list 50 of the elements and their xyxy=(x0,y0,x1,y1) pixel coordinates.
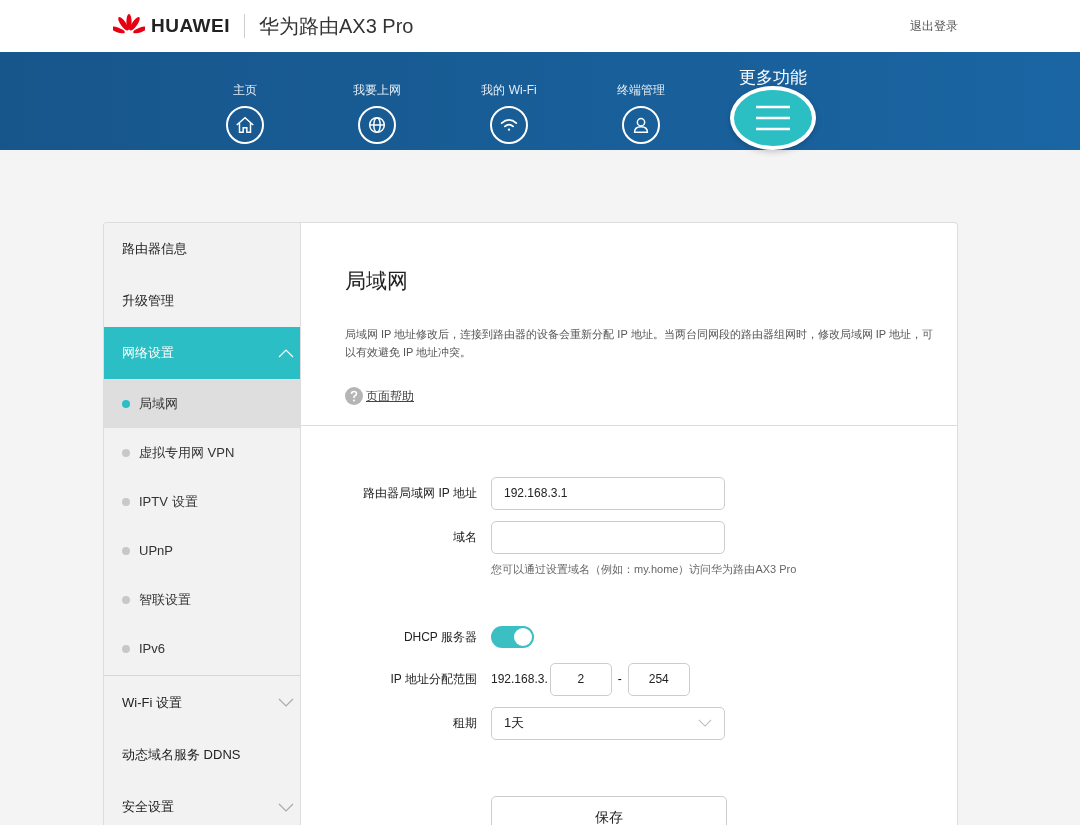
brand-name: HUAWEI xyxy=(151,15,230,37)
domain-field[interactable] xyxy=(491,520,725,554)
range-start-field[interactable]: 2 xyxy=(549,662,612,696)
range-end-field[interactable]: 254 xyxy=(627,662,690,696)
ip-prefix: 192.168.3. xyxy=(491,672,548,686)
home-icon xyxy=(234,114,256,136)
help-link[interactable]: 页面帮助 xyxy=(366,387,414,405)
chevron-icon xyxy=(278,698,294,707)
save-button[interactable]: 保存 xyxy=(491,796,727,825)
sidebar-subitem[interactable]: 局域网 xyxy=(104,379,300,428)
field-label: 域名 xyxy=(452,528,478,546)
lease-dropdown[interactable]: 1天 xyxy=(491,706,725,740)
range-separator: - xyxy=(617,672,622,686)
nav-tab-button[interactable] xyxy=(730,86,816,150)
nav-tab-label[interactable]: 我要上网 xyxy=(353,83,401,103)
nav-tab-button[interactable] xyxy=(358,106,396,144)
sidebar-item[interactable]: 安全设置 xyxy=(104,781,300,825)
logout-link[interactable]: 退出登录 xyxy=(910,17,958,35)
sidebar-item[interactable]: 路由器信息 xyxy=(104,223,300,275)
chevron-icon xyxy=(698,719,712,727)
field-label: IP 地址分配范围 xyxy=(389,670,478,688)
sidebar-item[interactable]: 升级管理 xyxy=(104,275,300,327)
nav-tab-button[interactable] xyxy=(622,106,660,144)
sidebar-item[interactable]: Wi-Fi 设置 xyxy=(104,675,300,729)
globe-icon xyxy=(366,114,388,136)
sidebar-subitem[interactable]: UPnP xyxy=(104,526,300,575)
nav-tab-button[interactable] xyxy=(490,106,528,144)
dhcp-toggle[interactable] xyxy=(491,626,534,648)
field-label: DHCP 服务器 xyxy=(402,628,478,646)
help-icon xyxy=(345,387,363,405)
menu-icon xyxy=(756,105,790,132)
ip-address-field[interactable]: 192.168.3.1 xyxy=(491,476,725,510)
chevron-icon xyxy=(278,348,294,358)
product-name: 华为路由AX3 Pro xyxy=(259,13,414,39)
hint-text: 您可以通过设置域名（例如：my.home）访问华为路由AX3 Pro xyxy=(491,563,797,575)
field-label: 路由器局域网 IP 地址 xyxy=(362,484,478,502)
sidebar-subitem[interactable]: 智联设置 xyxy=(104,575,300,624)
sidebar-item[interactable]: 动态域名服务 DDNS xyxy=(104,729,300,781)
nav-tab-label[interactable]: 主页 xyxy=(233,83,257,103)
nav-tab-button[interactable] xyxy=(226,106,264,144)
page-title: 局域网 xyxy=(345,268,409,294)
description-text: 局域网 IP 地址修改后，连接到路由器的设备会重新分配 IP 地址。当两台同网段的路由器组网时，修改局域网 IP 地址，可以有效避免 IP 地址冲突。 xyxy=(345,327,934,360)
field-label: 租期 xyxy=(452,714,478,732)
nav-tab-label[interactable]: 更多功能 xyxy=(739,71,807,86)
sidebar-subitem[interactable]: 虚拟专用网 VPN xyxy=(104,428,300,477)
nav-tab-label[interactable]: 终端管理 xyxy=(617,83,665,103)
sidebar-subitem[interactable]: IPTV 设置 xyxy=(104,477,300,526)
chevron-icon xyxy=(278,802,294,812)
nav-tab-label[interactable]: 我的 Wi-Fi xyxy=(481,83,537,103)
sidebar-subitem[interactable]: IPv6 xyxy=(104,624,300,673)
